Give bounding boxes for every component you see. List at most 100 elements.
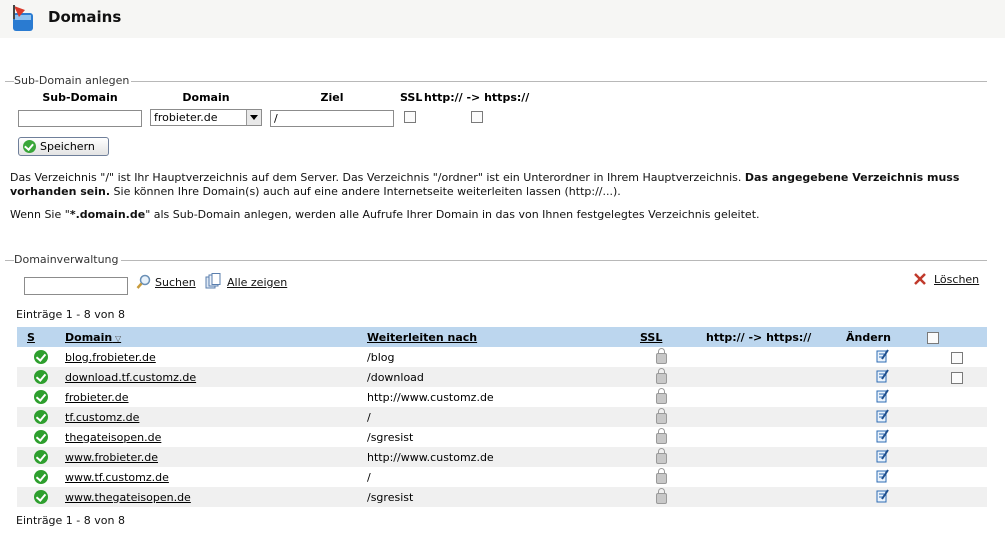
subdomain-input[interactable]	[18, 110, 142, 127]
info-text-part: Das Verzeichnis "/" ist Ihr Hauptverzeic…	[10, 171, 745, 184]
pages-icon[interactable]	[205, 273, 221, 290]
redirect-target: /sgresist	[367, 430, 414, 444]
table-header-row: S Domain ▽ Weiterleiten nach SSL http://…	[17, 327, 987, 347]
table-row: www.tf.customz.de /	[17, 467, 987, 487]
lock-icon	[656, 447, 667, 464]
row-select-checkbox[interactable]	[951, 351, 963, 364]
search-icon[interactable]	[136, 274, 151, 290]
edit-icon[interactable]	[876, 368, 889, 383]
lock-icon	[656, 467, 667, 484]
page-title: Domains	[48, 8, 122, 26]
subdomain-legend: Sub-Domain anlegen	[14, 74, 132, 87]
lock-icon	[656, 407, 667, 424]
table-row: www.frobieter.de http://www.customz.de	[17, 447, 987, 467]
redirect-target: /	[367, 470, 371, 484]
redirect-target: /sgresist	[367, 490, 414, 504]
https-cell	[706, 367, 846, 387]
search-link[interactable]: Suchen	[155, 276, 196, 289]
https-cell	[706, 407, 846, 427]
domains-logo-icon	[13, 5, 33, 31]
domain-link[interactable]: tf.customz.de	[65, 411, 139, 424]
domain-select[interactable]: frobieter.de	[150, 109, 262, 126]
delete-x-icon[interactable]	[913, 272, 927, 286]
edit-icon[interactable]	[876, 488, 889, 503]
domain-link[interactable]: frobieter.de	[65, 391, 129, 404]
ziel-column-label: Ziel	[320, 91, 344, 104]
row-select-checkbox[interactable]	[951, 371, 963, 384]
chevron-down-icon[interactable]	[246, 110, 261, 125]
https-cell	[706, 347, 846, 367]
ssl-column-label: SSL	[400, 91, 423, 104]
edit-icon[interactable]	[876, 448, 889, 463]
checkmark-icon	[23, 140, 36, 153]
info-text-wildcard: Wenn Sie "*.domain.de" als Sub-Domain an…	[10, 208, 970, 222]
edit-icon[interactable]	[876, 348, 889, 363]
domain-select-value: frobieter.de	[154, 111, 218, 124]
sort-down-icon: ▽	[112, 333, 122, 343]
domain-table: S Domain ▽ Weiterleiten nach SSL http://…	[17, 327, 987, 507]
status-ok-icon	[34, 370, 48, 384]
sort-status-header[interactable]: S	[17, 327, 65, 347]
save-button-label: Speichern	[40, 140, 95, 153]
https-redirect-checkbox[interactable]	[471, 111, 483, 123]
lock-icon	[656, 367, 667, 384]
info-text-part: Wenn Sie "	[10, 208, 70, 221]
sort-domain-header[interactable]: Domain ▽	[65, 327, 367, 347]
edit-icon[interactable]	[876, 428, 889, 443]
lock-icon	[656, 347, 667, 364]
domain-link[interactable]: blog.frobieter.de	[65, 351, 156, 364]
fieldset-divider	[5, 260, 987, 261]
table-row: download.tf.customz.de/download	[17, 367, 987, 387]
search-input[interactable]	[24, 277, 128, 295]
status-ok-icon	[34, 450, 48, 464]
info-text-part: " als Sub-Domain anlegen, werden alle Au…	[145, 208, 760, 221]
domain-link[interactable]: download.tf.customz.de	[65, 371, 196, 384]
table-row: blog.frobieter.de/blog	[17, 347, 987, 367]
entries-count-bottom: Einträge 1 - 8 von 8	[16, 514, 125, 527]
sort-ssl-header[interactable]: SSL	[638, 327, 706, 347]
https-cell	[706, 387, 846, 407]
https-cell	[706, 487, 846, 507]
domain-link[interactable]: www.frobieter.de	[65, 451, 158, 464]
lock-icon	[656, 487, 667, 504]
domain-link[interactable]: thegateisopen.de	[65, 431, 161, 444]
edit-icon[interactable]	[876, 468, 889, 483]
edit-icon[interactable]	[876, 408, 889, 423]
management-legend: Domainverwaltung	[14, 253, 121, 266]
status-ok-icon	[34, 430, 48, 444]
page-header: Domains	[0, 0, 1005, 38]
domain-link[interactable]: www.tf.customz.de	[65, 471, 169, 484]
domain-link[interactable]: www.thegateisopen.de	[65, 491, 191, 504]
sort-redirect-header[interactable]: Weiterleiten nach	[367, 327, 638, 347]
https-header: http:// -> https://	[706, 327, 846, 347]
status-ok-icon	[34, 410, 48, 424]
fieldset-divider	[5, 81, 987, 82]
edit-icon[interactable]	[876, 388, 889, 403]
https-redirect-column-label: http:// -> https://	[424, 91, 530, 104]
https-cell	[706, 447, 846, 467]
https-cell	[706, 427, 846, 447]
table-row: frobieter.de http://www.customz.de	[17, 387, 987, 407]
info-text-directory: Das Verzeichnis "/" ist Ihr Hauptverzeic…	[10, 171, 970, 199]
domain-header-label: Domain	[65, 330, 113, 344]
ssl-checkbox[interactable]	[404, 111, 416, 123]
info-text-part: Sie können Ihre Domain(s) auch auf eine …	[110, 185, 621, 198]
show-all-link[interactable]: Alle zeigen	[227, 276, 287, 289]
lock-icon	[656, 427, 667, 444]
table-row: tf.customz.de /	[17, 407, 987, 427]
redirect-target: http://www.customz.de	[367, 390, 494, 404]
info-text-bold: *.domain.de	[69, 208, 146, 221]
ziel-input[interactable]	[270, 110, 394, 127]
https-cell	[706, 467, 846, 487]
table-row: www.thegateisopen.de/sgresist	[17, 487, 987, 507]
redirect-target: /download	[367, 370, 424, 384]
status-ok-icon	[34, 490, 48, 504]
delete-link[interactable]: Löschen	[934, 273, 979, 286]
table-row: thegateisopen.de/sgresist	[17, 427, 987, 447]
select-all-header	[927, 327, 987, 347]
subdomain-column-label: Sub-Domain	[42, 91, 118, 104]
save-button[interactable]: Speichern	[18, 137, 109, 156]
edit-header: Ändern	[846, 327, 927, 347]
status-ok-icon	[34, 350, 48, 364]
select-all-checkbox[interactable]	[927, 331, 939, 344]
